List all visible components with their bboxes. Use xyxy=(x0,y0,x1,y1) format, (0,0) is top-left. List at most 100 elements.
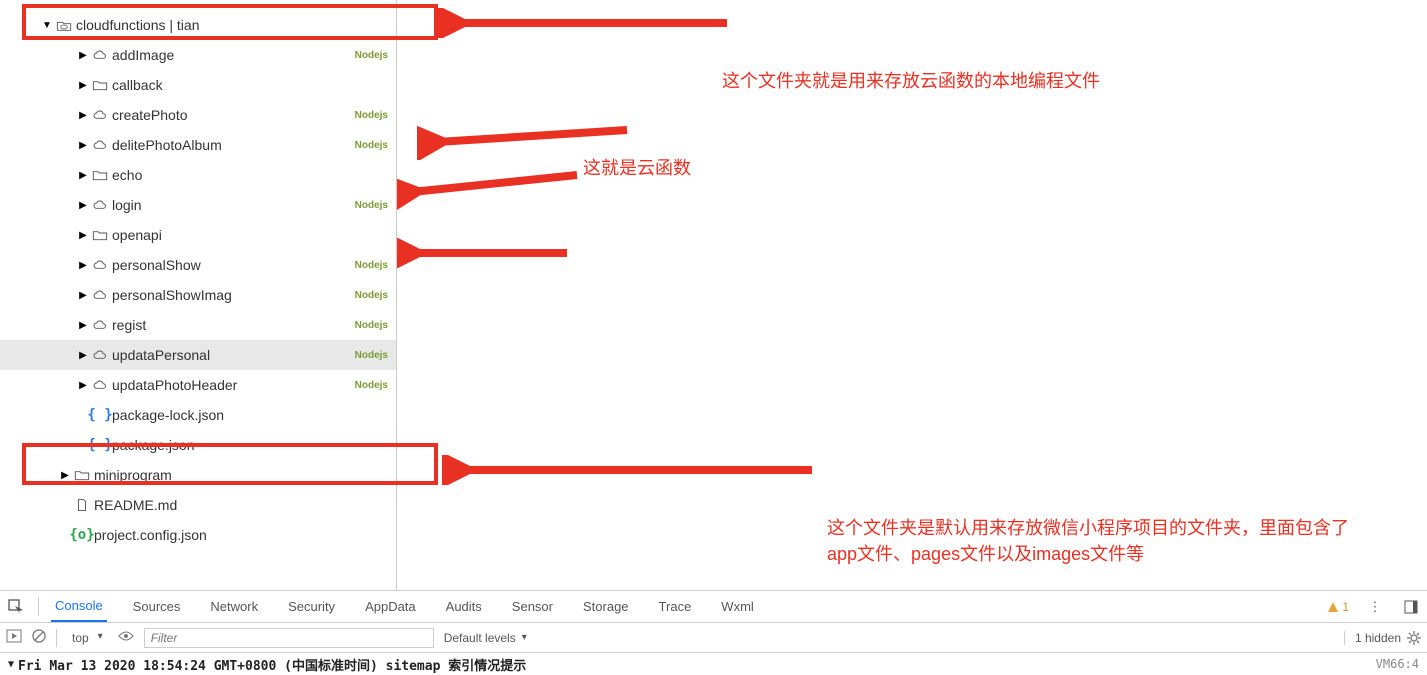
json-icon: { } xyxy=(90,407,110,423)
tree-item-label: delitePhotoAlbum xyxy=(110,137,355,153)
context-selector[interactable]: top xyxy=(67,629,108,647)
tree-item-label: addImage xyxy=(110,47,355,63)
nodejs-badge: Nodejs xyxy=(355,290,388,301)
chevron-right-icon: ▶ xyxy=(76,110,90,121)
tab-console[interactable]: Console xyxy=(51,591,107,622)
tree-item[interactable]: ▶ miniprogram xyxy=(0,460,396,490)
tree-item[interactable]: { }package.json xyxy=(0,430,396,460)
tree-item[interactable]: README.md xyxy=(0,490,396,520)
tree-item-label: callback xyxy=(110,77,388,93)
tab-trace[interactable]: Trace xyxy=(655,591,696,622)
tree-item[interactable]: ▶loginNodejs xyxy=(0,190,396,220)
tree-item[interactable]: ▶ addImageNodejs xyxy=(0,40,396,70)
tree-item-label: miniprogram xyxy=(92,467,388,483)
tab-storage[interactable]: Storage xyxy=(579,591,633,622)
chevron-down-icon: ▼ xyxy=(40,20,54,31)
nodejs-badge: Nodejs xyxy=(355,260,388,271)
arrow-icon xyxy=(417,120,637,160)
tree-item[interactable]: ▶ delitePhotoAlbumNodejs xyxy=(0,130,396,160)
chevron-right-icon: ▶ xyxy=(76,230,90,241)
chevron-down-icon: ▼ xyxy=(8,659,14,670)
nodejs-badge: Nodejs xyxy=(355,50,388,61)
tree-item[interactable]: ▶updataPhotoHeaderNodejs xyxy=(0,370,396,400)
tab-audits[interactable]: Audits xyxy=(442,591,486,622)
tree-item[interactable]: ▶createPhotoNodejs xyxy=(0,100,396,130)
cloud-folder-icon xyxy=(54,18,74,32)
tab-sensor[interactable]: Sensor xyxy=(508,591,557,622)
tree-item-label: updataPhotoHeader xyxy=(110,377,355,393)
nodejs-badge: Nodejs xyxy=(355,320,388,331)
devtools-tabs: Console Sources Network Security AppData Audi… xyxy=(0,591,1427,623)
dock-side-icon[interactable] xyxy=(1401,597,1421,617)
tree-item-label: package.json xyxy=(110,437,388,453)
chevron-right-icon: ▶ xyxy=(76,170,90,181)
arrow-icon xyxy=(397,170,587,210)
console-toolbar: top Default levels 1 hidden xyxy=(0,623,1427,653)
tree-item[interactable]: ▶ openapi xyxy=(0,220,396,250)
console-source-link[interactable]: VM66:4 xyxy=(1376,657,1419,671)
chevron-right-icon: ▶ xyxy=(76,80,90,91)
tree-root-label: cloudfunctions | tian xyxy=(74,17,388,33)
log-level-selector[interactable]: Default levels xyxy=(444,631,527,645)
chevron-right-icon: ▶ xyxy=(76,140,90,151)
tree-item[interactable]: ▶ callback xyxy=(0,70,396,100)
folder-icon xyxy=(90,168,110,182)
tab-wxml[interactable]: Wxml xyxy=(717,591,758,622)
tree-item[interactable]: ▶updataPersonalNodejs xyxy=(0,340,396,370)
gear-icon xyxy=(1407,631,1421,645)
tree-item[interactable]: ▶ personalShowNodejs xyxy=(0,250,396,280)
inspect-icon[interactable] xyxy=(6,597,26,617)
cloud-icon xyxy=(90,198,110,212)
hidden-messages[interactable]: 1 hidden xyxy=(1344,631,1421,645)
devtools-panel: Console Sources Network Security AppData Audi… xyxy=(0,591,1427,675)
tab-appdata[interactable]: AppData xyxy=(361,591,420,622)
kebab-menu-icon[interactable]: ⋮ xyxy=(1365,597,1385,617)
tree-item-label: personalShow xyxy=(110,257,355,273)
annotation-text-2: 这就是云函数 xyxy=(583,155,691,181)
tree-root[interactable]: ▼ cloudfunctions | tian xyxy=(0,10,396,40)
play-icon[interactable] xyxy=(6,628,22,647)
tab-security[interactable]: Security xyxy=(284,591,339,622)
warning-count[interactable]: 1 xyxy=(1327,600,1349,614)
tab-network[interactable]: Network xyxy=(206,591,262,622)
chevron-right-icon: ▶ xyxy=(76,320,90,331)
chevron-right-icon: ▶ xyxy=(76,50,90,61)
clear-console-icon[interactable] xyxy=(32,629,46,646)
nodejs-badge: Nodejs xyxy=(355,140,388,151)
cloud-icon xyxy=(90,258,110,272)
chevron-right-icon: ▶ xyxy=(76,260,90,271)
cloud-icon xyxy=(90,348,110,362)
tree-item[interactable]: ▶ registNodejs xyxy=(0,310,396,340)
cloud-icon xyxy=(90,288,110,302)
annotation-text-1: 这个文件夹就是用来存放云函数的本地编程文件 xyxy=(722,68,1100,94)
console-message-text: Fri Mar 13 2020 18:54:24 GMT+0800 (中国标准时… xyxy=(18,655,1376,674)
cloud-icon xyxy=(90,48,110,62)
tree-item-label: updataPersonal xyxy=(110,347,355,363)
jsong-icon: {o} xyxy=(72,527,92,543)
chevron-right-icon: ▶ xyxy=(76,380,90,391)
chevron-right-icon: ▶ xyxy=(58,470,72,481)
arrow-icon xyxy=(437,8,737,38)
tree-item[interactable]: {o}project.config.json xyxy=(0,520,396,550)
annotation-canvas: 这个文件夹就是用来存放云函数的本地编程文件 这就是云函数 这个文件夹是默认用来存… xyxy=(397,0,1427,590)
cloud-icon xyxy=(90,108,110,122)
tree-item-label: login xyxy=(110,197,355,213)
tree-item-label: personalShowImag xyxy=(110,287,355,303)
cloud-icon xyxy=(90,138,110,152)
tree-item[interactable]: ▶ personalShowImagNodejs xyxy=(0,280,396,310)
file-tree: ▼ cloudfunctions | tian ▶addImageNodejs▶… xyxy=(0,0,397,590)
tree-item-label: openapi xyxy=(110,227,388,243)
tree-item-label: regist xyxy=(110,317,355,333)
tree-item[interactable]: ▶ echo xyxy=(0,160,396,190)
tab-sources[interactable]: Sources xyxy=(129,591,185,622)
console-message-row[interactable]: ▼ Fri Mar 13 2020 18:54:24 GMT+0800 (中国标… xyxy=(0,653,1427,675)
filter-input[interactable] xyxy=(144,628,434,648)
tree-item[interactable]: { }package-lock.json xyxy=(0,400,396,430)
json-icon: { } xyxy=(90,437,110,453)
chevron-right-icon: ▶ xyxy=(76,290,90,301)
tree-item-label: project.config.json xyxy=(92,527,388,543)
eye-icon[interactable] xyxy=(118,630,134,645)
tree-item-label: echo xyxy=(110,167,388,183)
file-icon xyxy=(72,498,92,512)
folder-icon xyxy=(90,228,110,242)
